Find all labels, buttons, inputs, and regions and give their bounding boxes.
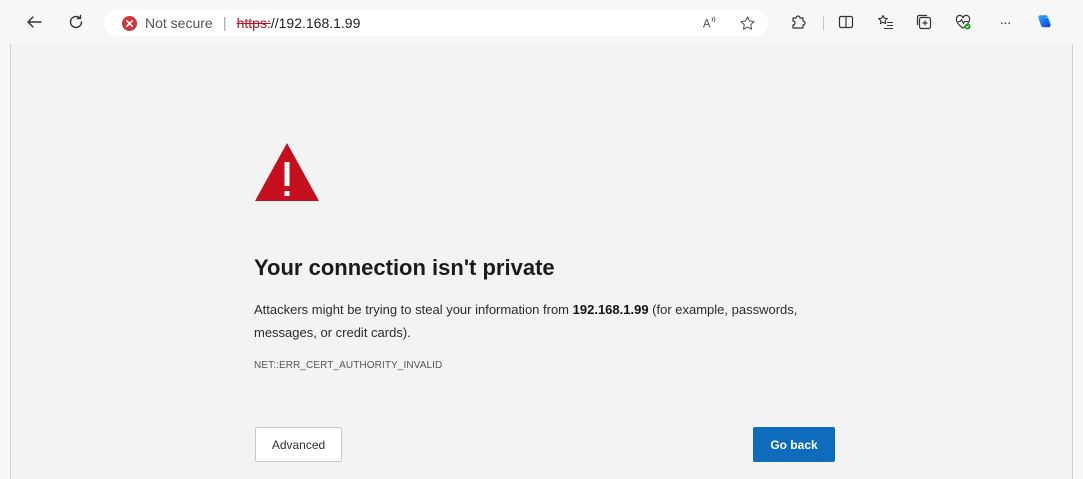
extensions-icon[interactable] xyxy=(786,10,810,34)
advanced-button[interactable]: Advanced xyxy=(255,427,342,462)
copilot-icon[interactable] xyxy=(1031,9,1057,35)
svg-text:A: A xyxy=(703,18,711,30)
browser-essentials-icon[interactable] xyxy=(951,10,975,34)
read-aloud-icon[interactable]: A xyxy=(701,14,719,32)
browser-toolbar: Not secure | https://192.168.1.99 A ··· xyxy=(0,0,1083,44)
split-screen-icon[interactable] xyxy=(834,10,858,34)
address-protocol: https: xyxy=(236,15,271,31)
address-separator: | xyxy=(222,14,227,32)
error-code: NET::ERR_CERT_AUTHORITY_INVALID xyxy=(254,360,443,371)
warning-triangle-icon xyxy=(253,141,321,203)
description-text-start: Attackers might be trying to steal your … xyxy=(254,302,573,317)
not-secure-label[interactable]: Not secure xyxy=(145,15,213,31)
back-arrow-icon[interactable] xyxy=(22,10,46,34)
refresh-icon[interactable] xyxy=(64,10,88,34)
go-back-button[interactable]: Go back xyxy=(753,427,835,462)
description-host: 192.168.1.99 xyxy=(572,302,649,317)
favorites-icon[interactable] xyxy=(874,10,898,34)
address-host: //192.168.1.99 xyxy=(270,15,361,31)
address-bar[interactable]: Not secure | https://192.168.1.99 A xyxy=(104,10,768,36)
error-description: Attackers might be trying to steal your … xyxy=(254,298,854,344)
more-menu-icon[interactable]: ··· xyxy=(993,10,1017,34)
not-secure-icon[interactable] xyxy=(122,15,137,31)
error-page: Your connection isn't private Attackers … xyxy=(10,44,1073,479)
toolbar-divider xyxy=(823,16,824,30)
page-title: Your connection isn't private xyxy=(254,255,555,280)
favorite-star-icon[interactable] xyxy=(738,14,756,32)
collections-icon[interactable] xyxy=(912,10,936,34)
